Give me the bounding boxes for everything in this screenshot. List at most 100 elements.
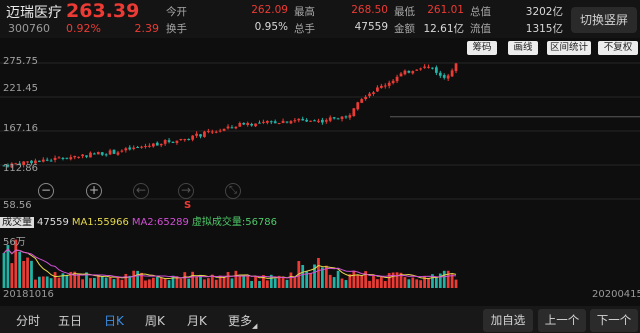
y-tick-5: 58.56 [3,200,32,211]
candle-body [391,80,395,84]
candle-body [77,156,81,158]
stat-label-volume: 总手 [294,23,315,35]
candle-body [262,121,265,123]
draw-line-button[interactable]: 画线 [508,41,538,55]
zoom-in-icon[interactable]: + [86,183,102,199]
candle-body [49,160,53,162]
candle-body [364,96,367,100]
volume-bar [293,277,297,288]
candle-body [191,135,195,140]
volume-max-label: 56万 [3,237,26,248]
candle-body [230,127,234,129]
previous-stock-button[interactable]: 上一个 [538,309,586,332]
tab-five-day[interactable]: 五日 [58,312,82,329]
candle-body [324,120,328,122]
candle-body [195,133,198,136]
candle-body [37,160,41,162]
next-icon[interactable]: → [178,183,194,199]
candle-body [242,122,246,125]
zoom-out-icon[interactable]: − [38,183,54,199]
volume-bar [53,272,57,288]
candle-body [356,102,360,110]
candle-body [387,82,391,86]
candle-body [144,146,147,148]
candle-body [120,150,124,152]
ma2-value: MA2:65289 [131,217,189,228]
no-adjust-button[interactable]: 不复权 [598,41,638,55]
volume-bar [6,245,10,288]
candle-body [379,85,383,88]
volume-bar [356,274,360,288]
stat-value-volume: 47559 [354,21,388,33]
stat-value-open: 262.09 [251,4,288,16]
candle-body [199,134,202,137]
candle-body [214,131,218,133]
indicator-select[interactable]: 成交量 [0,217,34,228]
stat-value-float: 1315亿 [525,23,563,35]
volume-bar [151,277,155,288]
candle-body [128,147,132,150]
volume-bar [419,280,423,288]
candle-body [423,66,426,68]
volume-bar [446,270,450,288]
candle-body [454,63,458,72]
candle-body [301,118,305,121]
candle-body [415,69,419,71]
tab-monthly-k[interactable]: 月K [187,312,207,329]
next-stock-button[interactable]: 下一个 [590,309,638,332]
candle-body [438,72,442,76]
candle-body [218,130,222,132]
candle-body [317,120,320,122]
volume-bar [442,270,446,288]
virtual-volume-value: 虚拟成交量:56786 [191,217,278,228]
candle-body [61,157,65,159]
candle-body [446,75,450,79]
reset-icon[interactable]: ⤡ [225,183,241,199]
volume-bar [57,277,61,288]
chip-button[interactable]: 筹码 [467,41,497,55]
volume-chart[interactable] [0,230,640,288]
volume-indicators: 成交量 47559 MA1:55966 MA2:65289 虚拟成交量:56786 [0,213,280,228]
candle-body [226,126,230,129]
tab-intraday[interactable]: 分时 [16,312,40,329]
tab-weekly-k[interactable]: 周K [145,312,165,329]
volume-bar [41,276,45,288]
volume-bar [26,257,29,288]
candle-body [332,117,336,119]
y-tick-2: 221.45 [3,83,38,94]
volume-bar [159,277,163,288]
dropdown-icon: ◢ [252,322,258,330]
volume-bar [116,277,120,288]
volume-bar [18,251,22,288]
candle-body [238,122,242,127]
switch-portrait-button[interactable]: 切换竖屏 [571,7,637,33]
volume-bar [222,277,226,288]
candle-body [395,76,399,82]
volume-bar [120,279,124,288]
candle-body [167,140,171,142]
volume-bar [273,278,277,288]
candle-body [293,120,297,122]
tab-daily-k[interactable]: 日K [104,312,124,329]
candle-body [305,119,309,122]
volume-bar [250,281,253,288]
candle-body [151,143,155,147]
candle-body [340,116,344,120]
volume-bar [281,277,285,288]
y-tick-1: 275.75 [3,56,38,67]
volume-bar [34,279,37,288]
candle-body [419,68,423,70]
ma1-value: MA1:55966 [71,217,129,228]
range-stats-button[interactable]: 区间统计 [547,41,591,55]
candle-body [179,139,183,141]
prev-icon[interactable]: ← [133,183,149,199]
tab-more[interactable]: 更多◢ [228,312,257,330]
volume-bar [148,279,151,288]
candle-body [403,70,407,75]
tab-more-label: 更多 [228,314,253,328]
volume-bar [372,274,375,288]
candle-body [399,73,403,77]
candle-body [246,123,250,126]
candle-body [289,121,293,124]
add-watchlist-button[interactable]: 加自选 [483,309,533,332]
